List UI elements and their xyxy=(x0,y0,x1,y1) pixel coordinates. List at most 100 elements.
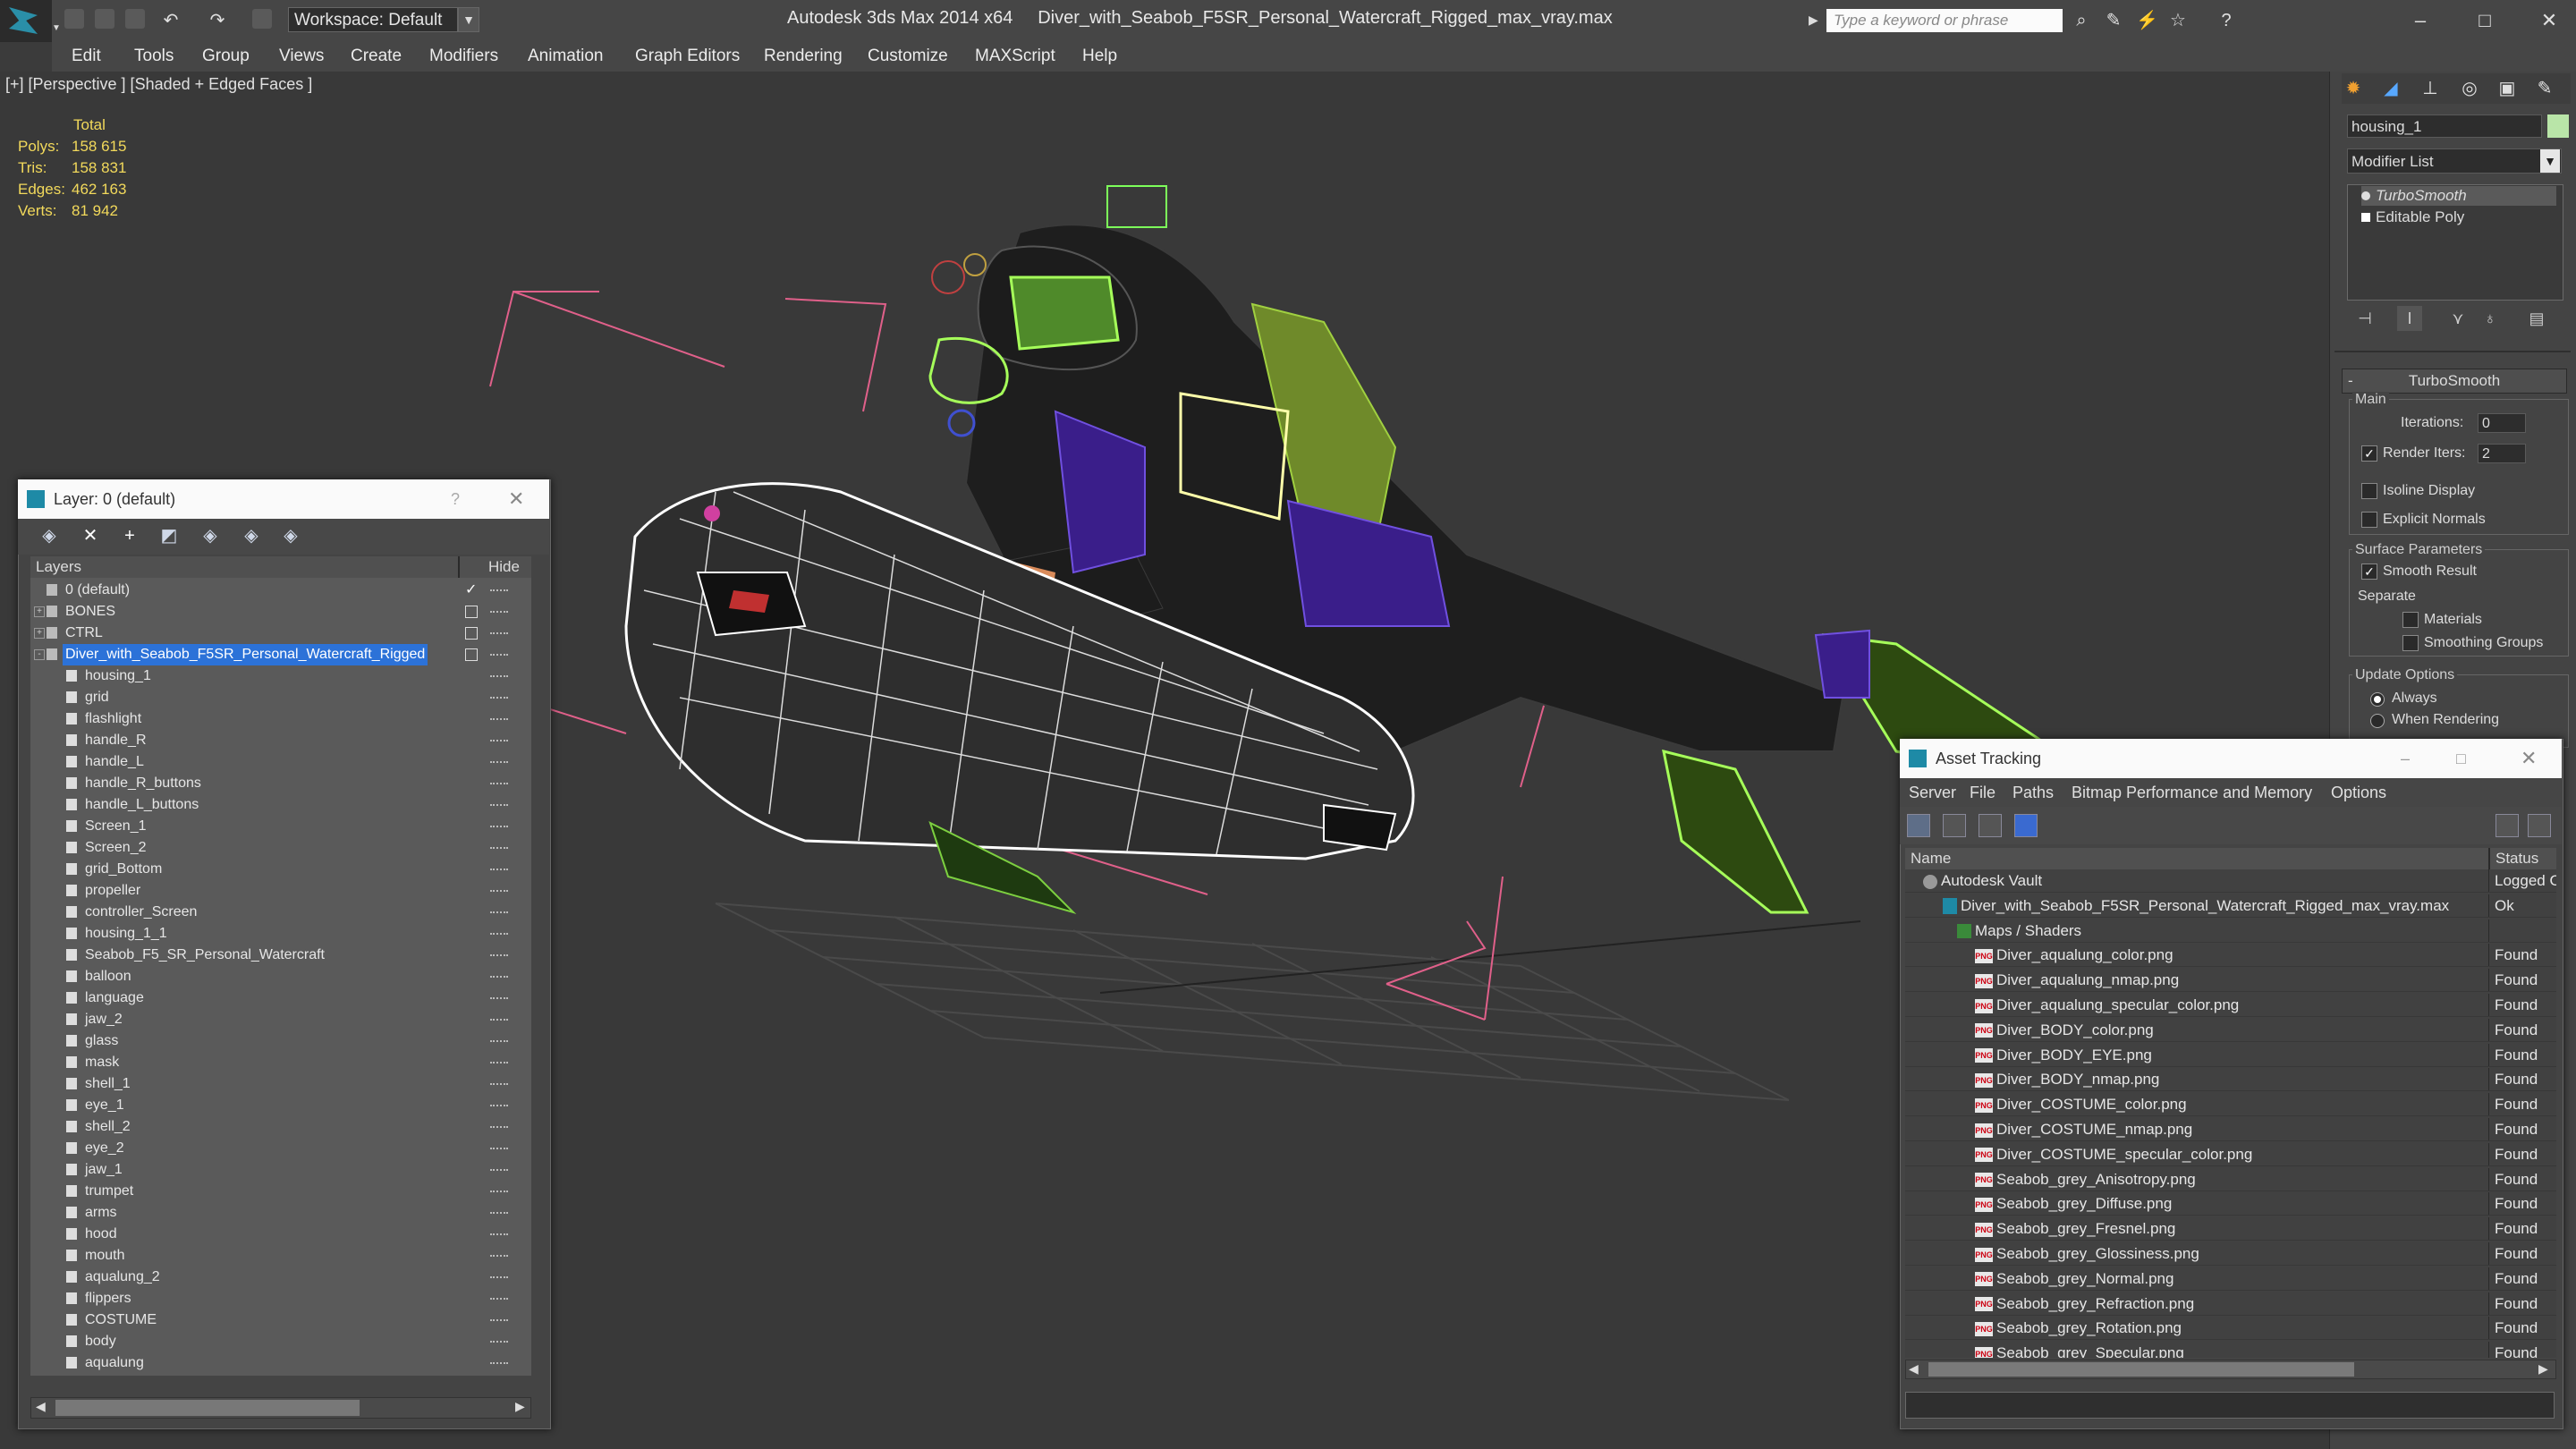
table-view-icon[interactable] xyxy=(2014,814,2038,837)
layer-row[interactable]: grid_Bottom xyxy=(30,859,531,880)
layer-row[interactable]: housing_1 xyxy=(30,665,531,687)
layer-row[interactable]: mouth xyxy=(30,1245,531,1267)
stack-item-turbosmooth[interactable]: TurboSmooth xyxy=(2361,186,2556,206)
layer-row[interactable]: handle_R_buttons xyxy=(30,773,531,794)
freeze-toggle[interactable] xyxy=(490,1083,508,1087)
asset-row[interactable]: PNG Seabob_grey_Refraction.png Found xyxy=(1905,1292,2556,1316)
active-layer-check-icon[interactable]: ✓ xyxy=(465,580,477,601)
freeze-toggle[interactable] xyxy=(490,761,508,765)
asset-row[interactable]: PNG Seabob_grey_Anisotropy.png Found xyxy=(1905,1167,2556,1191)
asset-row[interactable]: PNG Seabob_grey_Diffuse.png Found xyxy=(1905,1192,2556,1216)
layers-column-header[interactable]: Layers xyxy=(36,556,81,578)
layer-row[interactable]: shell_1 xyxy=(30,1073,531,1095)
freeze-toggle[interactable] xyxy=(490,1062,508,1065)
freeze-toggle[interactable] xyxy=(490,933,508,936)
layer-row[interactable]: aqualung_2 xyxy=(30,1267,531,1288)
remove-modifier-icon[interactable]: ♁ xyxy=(2478,306,2503,331)
freeze-toggle[interactable] xyxy=(490,804,508,808)
stack-item-editable-poly[interactable]: Editable Poly xyxy=(2361,208,2464,227)
freeze-toggle[interactable] xyxy=(490,997,508,1001)
create-layer-icon[interactable]: ◈ xyxy=(38,524,61,547)
scroll-left-icon[interactable]: ◀ xyxy=(1909,1361,1919,1377)
expand-plus-icon[interactable]: + xyxy=(34,606,45,617)
layer-row[interactable]: 0 (default) ✓ xyxy=(30,580,531,601)
layer-row[interactable]: balloon xyxy=(30,966,531,987)
asset-menu-file[interactable]: File xyxy=(1970,780,1996,805)
menu-customize[interactable]: Customize xyxy=(868,41,948,72)
freeze-toggle[interactable] xyxy=(490,1105,508,1108)
workspace-select[interactable]: Workspace: Default xyxy=(288,7,458,32)
chevron-down-icon[interactable]: ▼ xyxy=(2540,149,2560,173)
freeze-toggle[interactable] xyxy=(490,611,508,614)
minimize-button[interactable]: – xyxy=(2402,5,2438,36)
freeze-toggle[interactable] xyxy=(490,1233,508,1237)
layer-row[interactable]: jaw_1 xyxy=(30,1159,531,1181)
freeze-toggle[interactable] xyxy=(490,954,508,958)
layer-row[interactable]: hood xyxy=(30,1224,531,1245)
freeze-all-layers-icon[interactable]: ◈ xyxy=(279,524,302,547)
layer-row[interactable]: Screen_2 xyxy=(30,837,531,859)
asset-row[interactable]: PNG Diver_BODY_color.png Found xyxy=(1905,1018,2556,1042)
maximize-button[interactable]: □ xyxy=(2456,739,2466,778)
collapse-minus-icon[interactable]: - xyxy=(34,649,45,660)
utilities-tab-icon[interactable]: ✎ xyxy=(2535,79,2555,98)
freeze-toggle[interactable] xyxy=(490,718,508,722)
maximize-button[interactable]: □ xyxy=(2467,5,2503,36)
list-view-icon[interactable] xyxy=(1943,814,1966,837)
project-folder-icon[interactable] xyxy=(252,9,272,29)
freeze-toggle[interactable] xyxy=(490,1019,508,1022)
hide-toggle[interactable] xyxy=(465,648,478,661)
freeze-toggle[interactable] xyxy=(490,869,508,872)
freeze-toggle[interactable] xyxy=(490,632,508,636)
scrollbar-thumb[interactable] xyxy=(55,1400,360,1416)
freeze-toggle[interactable] xyxy=(490,589,508,593)
redo-icon[interactable]: ↷ xyxy=(208,11,227,30)
communication-icon[interactable]: ⚡ xyxy=(2136,11,2158,30)
name-column-header[interactable]: Name xyxy=(1911,848,1951,869)
freeze-toggle[interactable] xyxy=(490,1148,508,1151)
layer-row[interactable]: body xyxy=(30,1331,531,1352)
layer-row[interactable]: glass xyxy=(30,1030,531,1052)
modifier-list-select[interactable]: Modifier List xyxy=(2347,148,2562,174)
asset-row[interactable]: PNG Seabob_grey_Glossiness.png Found xyxy=(1905,1242,2556,1266)
layer-row[interactable]: COSTUME xyxy=(30,1309,531,1331)
asset-row[interactable]: PNG Diver_aqualung_nmap.png Found xyxy=(1905,969,2556,993)
create-tab-icon[interactable]: ✹ xyxy=(2343,79,2363,98)
hierarchy-tab-icon[interactable]: ⊥ xyxy=(2420,79,2440,98)
menu-modifiers[interactable]: Modifiers xyxy=(429,41,498,72)
layer-row[interactable]: housing_1_1 xyxy=(30,923,531,945)
asset-row[interactable]: PNG Seabob_grey_Fresnel.png Found xyxy=(1905,1217,2556,1241)
help-icon[interactable]: ? xyxy=(2216,11,2236,30)
object-color-swatch[interactable] xyxy=(2547,114,2569,138)
hide-column-header[interactable]: Hide xyxy=(488,556,520,578)
refresh-icon[interactable] xyxy=(1907,814,1930,837)
asset-row[interactable]: Maps / Shaders xyxy=(1905,919,2556,943)
lightbulb-icon[interactable] xyxy=(2361,191,2370,200)
delete-layer-icon[interactable]: ✕ xyxy=(79,524,102,547)
asset-menu-server[interactable]: Server xyxy=(1909,780,1956,805)
freeze-toggle[interactable] xyxy=(490,911,508,915)
freeze-toggle[interactable] xyxy=(490,1298,508,1301)
undo-icon[interactable]: ↶ xyxy=(161,11,181,30)
asset-row[interactable]: PNG Diver_aqualung_color.png Found xyxy=(1905,944,2556,968)
asset-row[interactable]: PNG Diver_COSTUME_color.png Found xyxy=(1905,1093,2556,1117)
freeze-toggle[interactable] xyxy=(490,1341,508,1344)
asset-row[interactable]: Diver_with_Seabob_F5SR_Personal_Watercra… xyxy=(1905,894,2556,918)
layer-row[interactable]: - Diver_with_Seabob_F5SR_Personal_Watercr… xyxy=(30,644,531,665)
help-icon[interactable]: ? xyxy=(451,479,460,519)
turbosmooth-rollout-header[interactable]: - TurboSmooth xyxy=(2342,369,2567,394)
menu-rendering[interactable]: Rendering xyxy=(764,41,843,72)
freeze-toggle[interactable] xyxy=(490,826,508,829)
menu-edit[interactable]: Edit xyxy=(72,41,101,72)
hide-all-layers-icon[interactable]: ◈ xyxy=(240,524,263,547)
asset-path-field[interactable] xyxy=(1905,1392,2555,1419)
render-iters-spinner[interactable]: 2 xyxy=(2478,444,2526,463)
expand-plus-icon[interactable] xyxy=(2361,213,2370,222)
freeze-toggle[interactable] xyxy=(490,654,508,657)
menu-group[interactable]: Group xyxy=(202,41,250,72)
asset-row[interactable]: PNG Diver_aqualung_specular_color.png Foun… xyxy=(1905,994,2556,1017)
asset-row[interactable]: PNG Seabob_grey_Normal.png Found xyxy=(1905,1267,2556,1291)
when-rendering-radio[interactable] xyxy=(2370,714,2385,728)
layer-row[interactable]: + BONES xyxy=(30,601,531,623)
modify-tab-icon[interactable]: ◢ xyxy=(2381,79,2401,98)
